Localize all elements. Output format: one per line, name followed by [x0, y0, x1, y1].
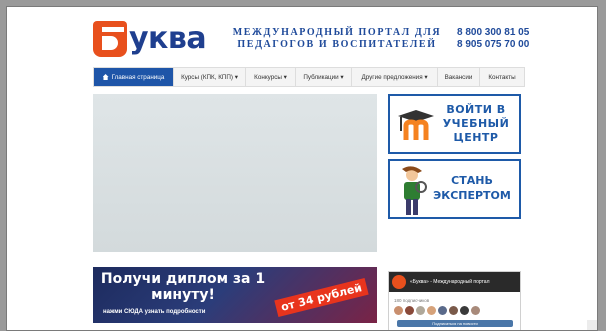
site-tagline: МЕЖДУНАРОДНЫЙ ПОРТАЛ ДЛЯ ПЕДАГОГОВ И ВОС…: [232, 27, 442, 50]
logo-text: уква: [129, 21, 207, 56]
expert-person-icon: [402, 166, 427, 215]
members-count: 180 подписчиков: [394, 298, 430, 303]
community-name: «Буква» - Международный портал: [410, 279, 490, 285]
promo-subtitle: нажми СЮДА узнать подробности: [103, 309, 206, 315]
logo-b-icon: [93, 21, 127, 57]
promo-title: Получи диплом за 1 минуту!: [100, 271, 266, 303]
main-nav: Главная страница Курсы (КПК, КПП) ▾ Конк…: [93, 67, 525, 87]
vk-community-widget: «Буква» - Международный портал 180 подпи…: [388, 271, 521, 330]
nav-label: Контакты: [488, 73, 516, 81]
avatar[interactable]: [471, 306, 480, 315]
phone-2[interactable]: 8 905 075 70 00: [457, 39, 529, 51]
expert-card-label: СТАНЬ ЭКСПЕРТОМ: [433, 174, 511, 202]
login-card-button[interactable]: ВОЙТИ В УЧЕБНЫЙ ЦЕНТР: [388, 94, 521, 154]
avatar[interactable]: [416, 306, 425, 315]
avatar[interactable]: [449, 306, 458, 315]
site-logo[interactable]: уква: [93, 21, 207, 57]
diploma-promo-banner[interactable]: Получи диплом за 1 минуту! нажми СЮДА уз…: [93, 267, 377, 323]
nav-label: Курсы (КПК, КПП) ▾: [181, 73, 238, 81]
phone-1[interactable]: 8 800 300 81 05: [457, 27, 529, 39]
moodle-logo-icon: [398, 110, 434, 140]
nav-item-vacancies[interactable]: Вакансии: [438, 68, 480, 86]
nav-label: Главная страница: [111, 73, 165, 81]
avatar[interactable]: [427, 306, 436, 315]
member-avatars: [394, 306, 520, 315]
expert-card-button[interactable]: СТАНЬ ЭКСПЕРТОМ: [388, 159, 521, 219]
nav-label: Конкурсы ▾: [254, 73, 287, 81]
phone-numbers: 8 800 300 81 05 8 905 075 70 00: [457, 27, 529, 51]
window-frame: уква МЕЖДУНАРОДНЫЙ ПОРТАЛ ДЛЯ ПЕДАГОГОВ …: [0, 0, 606, 331]
nav-item-offers[interactable]: Другие предложения ▾: [352, 68, 438, 86]
scroll-corner: [587, 320, 597, 330]
avatar[interactable]: [394, 306, 403, 315]
avatar[interactable]: [438, 306, 447, 315]
nav-item-home[interactable]: Главная страница: [94, 68, 174, 86]
subscribe-button[interactable]: Подписаться на новости: [397, 320, 513, 327]
home-icon: [102, 74, 109, 80]
nav-item-publications[interactable]: Публикации ▾: [296, 68, 352, 86]
login-card-label: ВОЙТИ В УЧЕБНЫЙ ЦЕНТР: [442, 103, 510, 144]
nav-label: Другие предложения ▾: [361, 73, 428, 81]
nav-item-courses[interactable]: Курсы (КПК, КПП) ▾: [174, 68, 246, 86]
vk-widget-header[interactable]: «Буква» - Международный портал: [389, 272, 520, 292]
avatar[interactable]: [405, 306, 414, 315]
nav-label: Вакансии: [444, 73, 473, 81]
nav-label: Публикации ▾: [303, 73, 344, 81]
avatar[interactable]: [460, 306, 469, 315]
hero-slider[interactable]: [93, 94, 377, 252]
nav-item-contests[interactable]: Конкурсы ▾: [246, 68, 296, 86]
community-avatar: [392, 275, 406, 289]
promo-price-badge: от 34 рублей: [274, 278, 369, 317]
nav-item-contacts[interactable]: Контакты: [480, 68, 524, 86]
web-page: уква МЕЖДУНАРОДНЫЙ ПОРТАЛ ДЛЯ ПЕДАГОГОВ …: [6, 6, 598, 331]
